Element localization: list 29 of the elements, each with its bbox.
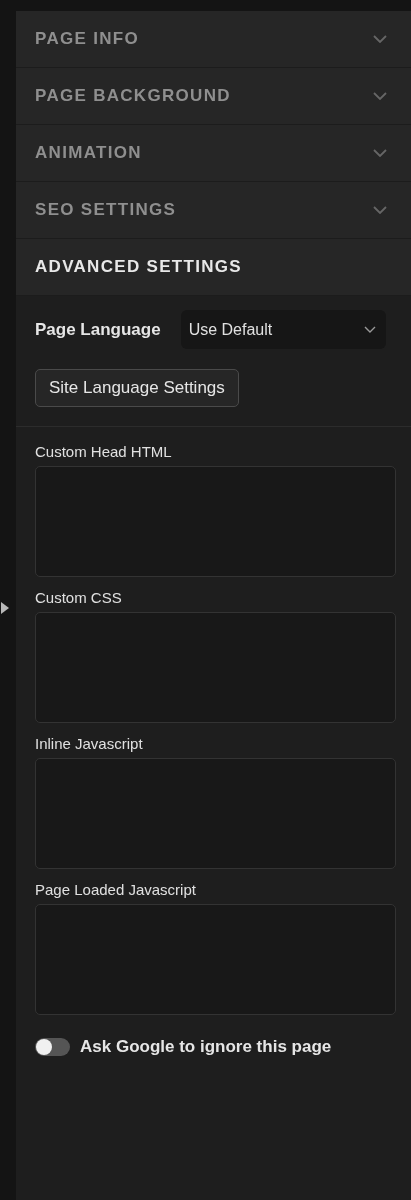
field-label: Page Loaded Javascript [35, 881, 197, 898]
code-input-field[interactable] [35, 904, 396, 1015]
toggle-label: Ask Google to ignore this page [80, 1037, 332, 1057]
field-label: Inline Javascript [35, 735, 144, 752]
chevron-down-icon [373, 206, 387, 214]
chevron-down-icon [373, 92, 387, 100]
chevron-down-icon [373, 149, 387, 157]
section-title: PAGE INFO [35, 29, 139, 49]
section-header[interactable]: ADVANCED SETTINGS [16, 239, 411, 296]
section-header[interactable]: SEO SETTINGS [16, 182, 411, 239]
section-header[interactable]: PAGE BACKGROUND [16, 68, 411, 125]
site-language-settings-button[interactable]: Site Language Settings [35, 369, 239, 407]
section-header[interactable]: PAGE INFO [16, 11, 411, 68]
expand-handle-icon[interactable] [1, 602, 9, 614]
section-title: ANIMATION [35, 143, 142, 163]
field-label: Custom CSS [35, 589, 123, 606]
toggle-switch[interactable] [35, 1038, 70, 1056]
section-title: PAGE BACKGROUND [35, 86, 231, 106]
chevron-down-icon [373, 35, 387, 43]
page-language-dropdown[interactable]: Use Default [180, 310, 386, 349]
code-input-field[interactable] [35, 466, 396, 577]
page-language-label: Page Language [35, 319, 161, 340]
field-label: Custom Head HTML [35, 443, 173, 460]
section-header[interactable]: ANIMATION [16, 125, 411, 182]
code-input-field[interactable] [35, 612, 396, 723]
section-title: SEO SETTINGS [35, 200, 177, 220]
section-title: ADVANCED SETTINGS [35, 257, 242, 277]
chevron-down-icon [364, 326, 376, 333]
code-input-field[interactable] [35, 758, 396, 869]
